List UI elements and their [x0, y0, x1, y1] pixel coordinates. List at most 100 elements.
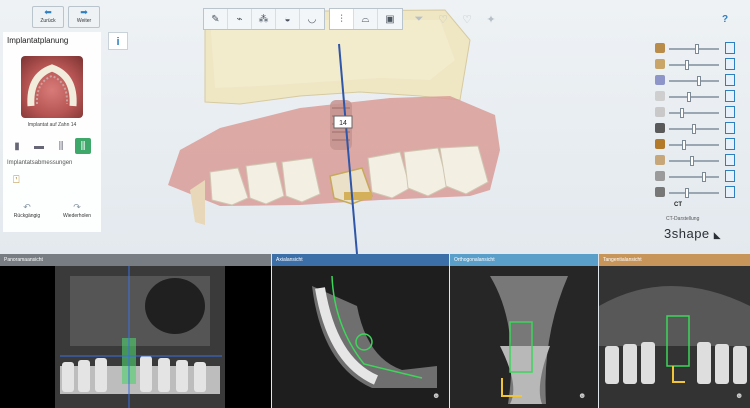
toolbar-group-main: ✎ ⌁ ⁂ ◒ ◡: [203, 8, 325, 30]
visibility-toggle-icon[interactable]: [725, 186, 735, 198]
slider-handle[interactable]: [697, 76, 701, 86]
abutment: [344, 192, 372, 200]
slider-guide-visibility[interactable]: [655, 170, 745, 184]
next-button-label: Weiter: [76, 18, 92, 24]
arrow-right-icon: ➡: [80, 7, 88, 17]
slider-implant-visibility[interactable]: [655, 122, 745, 136]
slider-handle[interactable]: [680, 108, 684, 118]
slider-handle[interactable]: [685, 188, 689, 198]
implant-tool-icon[interactable]: ⫶: [330, 9, 354, 29]
implant-type-selector: ▮ ▬ ⫼ ⫼: [9, 138, 91, 154]
redo-button[interactable]: ↷ Wiederholen: [57, 202, 97, 219]
redo-icon: ↷: [73, 202, 81, 212]
teeth-tool-icon[interactable]: ⁂: [252, 9, 276, 29]
redo-label: Wiederholen: [62, 213, 92, 219]
implant-type-2-icon[interactable]: ▬: [31, 138, 47, 154]
implant-type-4-icon[interactable]: ⫼: [75, 138, 91, 154]
undo-label: Rückgängig: [13, 213, 41, 219]
slider-gingiva-visibility[interactable]: [655, 90, 745, 104]
next-button[interactable]: ➡ Weiter: [68, 6, 100, 28]
guide-tool-icon[interactable]: ▣: [378, 9, 402, 29]
tangential-image: ☻: [599, 266, 750, 408]
visibility-toggle-icon[interactable]: [725, 138, 735, 150]
slider-track[interactable]: [669, 144, 719, 146]
bite-tool-icon[interactable]: ⌁: [228, 9, 252, 29]
ct-view-label[interactable]: CT-Darstellung: [666, 216, 699, 222]
funnel-tool-icon[interactable]: ⏷: [407, 8, 431, 30]
visibility-toggle-icon[interactable]: [725, 154, 735, 166]
jaw-bone-highlight: [210, 20, 455, 88]
settings-icon[interactable]: ✦: [479, 8, 503, 30]
help-button[interactable]: ?: [722, 14, 728, 25]
back-button[interactable]: ⬅ Zurück: [32, 6, 64, 28]
orientation-figure-icon: ☻: [578, 391, 586, 400]
sleeve-tool-icon[interactable]: ⌓: [354, 9, 378, 29]
gingiva-visibility-icon: [655, 91, 665, 101]
undo-button[interactable]: ↶ Rückgängig: [9, 202, 45, 219]
visibility-toggle-icon[interactable]: [725, 122, 735, 134]
slider-wax-visibility[interactable]: [655, 186, 745, 200]
slider-handle[interactable]: [702, 172, 706, 182]
visibility-toggle-icon[interactable]: [725, 42, 735, 54]
orientation-figure-icon: ☻: [432, 391, 440, 400]
slider-handle[interactable]: [695, 44, 699, 54]
slider-handle[interactable]: [690, 156, 694, 166]
slider-track[interactable]: [669, 96, 719, 98]
tooth-shell-icon[interactable]: ♡: [455, 8, 479, 30]
orthogonal-image: ☻: [450, 266, 598, 408]
guide-visibility-icon: [655, 171, 665, 181]
tooth-outline-icon[interactable]: ♡: [431, 8, 455, 30]
ct-pane-tangential[interactable]: Tangentialansicht ☻: [599, 254, 750, 408]
ct-pane-orthogonal[interactable]: Orthogonalansicht ☻: [450, 254, 598, 408]
orientation-figure-icon: ☻: [735, 391, 743, 400]
slider-sleeve-visibility[interactable]: [655, 138, 745, 152]
slider-jaw-visibility[interactable]: [655, 58, 745, 72]
scan-tool-icon[interactable]: ✎: [204, 9, 228, 29]
implant-visibility-icon: [655, 123, 665, 133]
slider-tooth-visibility[interactable]: [655, 154, 745, 168]
visibility-toggle-icon[interactable]: [725, 58, 735, 70]
visibility-toggle-icon[interactable]: [725, 106, 735, 118]
implant-type-1-icon[interactable]: ▮: [9, 138, 25, 154]
visibility-toggle-icon[interactable]: [725, 74, 735, 86]
slider-nerve-visibility[interactable]: [655, 106, 745, 120]
info-button[interactable]: i: [108, 32, 128, 50]
jaw-thumbnail-image: [27, 64, 77, 107]
toolbar-group-implant: ⫶ ⌓ ▣: [329, 8, 403, 30]
ct-pane-axial[interactable]: Axialansicht ☻: [272, 254, 449, 408]
slider-track[interactable]: [669, 160, 719, 162]
implant-type-3-icon[interactable]: ⫼: [53, 138, 69, 154]
bone-visibility-icon: [655, 75, 665, 85]
logo-triangle-icon: ◣: [713, 230, 722, 240]
slider-track[interactable]: [669, 80, 719, 82]
jaw-thumbnail[interactable]: [21, 56, 83, 118]
jaw-visibility-icon: [655, 59, 665, 69]
slider-track[interactable]: [669, 64, 719, 66]
tooth-visibility-icon: [655, 155, 665, 165]
arrow-left-icon: ⬅: [44, 7, 52, 17]
undo-icon: ↶: [23, 202, 31, 212]
thumbnail-caption: Implantat auf Zahn 14: [27, 122, 77, 128]
logo-text: 3shape: [664, 226, 710, 241]
crown-tool-icon[interactable]: ◒: [276, 9, 300, 29]
slider-handle[interactable]: [682, 140, 686, 150]
implant-dimensions-label: Implantatsabmessungen: [7, 160, 73, 166]
visibility-toggle-icon[interactable]: [725, 170, 735, 182]
slider-track[interactable]: [669, 192, 719, 194]
slider-track[interactable]: [669, 48, 719, 50]
visibility-toggle-icon[interactable]: [725, 90, 735, 102]
prep-tool-icon[interactable]: ◡: [300, 9, 324, 29]
slider-scan-visibility[interactable]: [655, 42, 745, 56]
slider-handle[interactable]: [685, 60, 689, 70]
slider-bone-visibility[interactable]: [655, 74, 745, 88]
panel-title: Implantatplanung: [7, 36, 69, 45]
slider-handle[interactable]: [687, 92, 691, 102]
ct-label: CT: [674, 202, 682, 208]
slider-track[interactable]: [669, 176, 719, 178]
ct-pane-panorama[interactable]: Panoramaansicht: [0, 254, 271, 408]
slider-handle[interactable]: [692, 124, 696, 134]
axial-image: ☻: [272, 266, 449, 408]
implant-dimensions-icon[interactable]: ⍞: [13, 174, 27, 190]
ct-pane-title: Orthogonalansicht: [450, 254, 598, 266]
slider-track[interactable]: [669, 112, 719, 114]
